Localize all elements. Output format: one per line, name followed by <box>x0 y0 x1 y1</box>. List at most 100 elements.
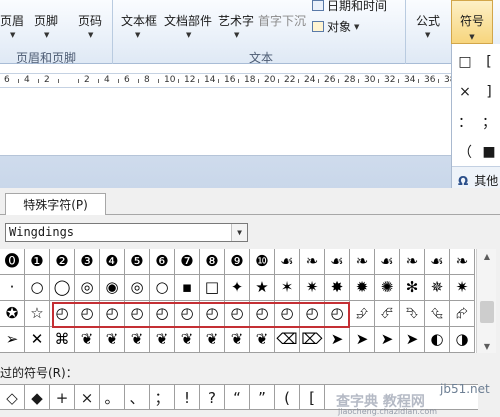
gallery-symbol[interactable]: ] <box>478 80 500 104</box>
symbol-cell[interactable]: ✸ <box>325 275 350 301</box>
symbol-cell[interactable]: ✪ <box>0 301 25 327</box>
symbol-cell[interactable]: ☙ <box>275 249 300 275</box>
symbol-cell[interactable]: ❦ <box>250 327 275 353</box>
symbol-cell[interactable]: ◑ <box>450 327 475 353</box>
textbox-dropdown-icon[interactable]: ▼ <box>135 31 140 39</box>
symbol-cell[interactable]: ✶ <box>275 275 300 301</box>
symbol-cell[interactable]: · <box>0 275 25 301</box>
symbol-cell[interactable]: ❻ <box>150 249 175 275</box>
symbol-cell[interactable]: ✦ <box>225 275 250 301</box>
wordart-dropdown-icon[interactable]: ▼ <box>234 31 239 39</box>
symbol-cell[interactable]: ✹ <box>350 275 375 301</box>
symbol-cell[interactable]: ◎ <box>125 275 150 301</box>
scroll-up-icon[interactable]: ▲ <box>477 249 497 263</box>
symbol-cell[interactable]: ✷ <box>450 275 475 301</box>
symbol-cell[interactable]: ☙ <box>425 249 450 275</box>
symbol-cell[interactable]: ⌘ <box>50 327 75 353</box>
recent-symbol-cell[interactable]: ” <box>250 385 275 410</box>
page-number-button[interactable]: 页码 <box>78 12 102 29</box>
scroll-thumb[interactable] <box>480 301 494 323</box>
recent-symbol-cell[interactable]: ? <box>200 385 225 410</box>
symbol-cell[interactable]: ❧ <box>300 249 325 275</box>
quick-parts-button[interactable]: 文档部件 <box>164 12 212 29</box>
symbol-cell[interactable]: ☙ <box>375 249 400 275</box>
page-number-dropdown-icon[interactable]: ▼ <box>88 31 93 39</box>
symbol-cell[interactable]: ◉ <box>100 275 125 301</box>
scroll-down-icon[interactable]: ▼ <box>477 339 497 353</box>
document-page[interactable] <box>0 88 452 156</box>
dropcap-button[interactable]: 首字下沉 <box>258 12 306 29</box>
recent-symbol-cell[interactable]: ◇ <box>0 385 25 410</box>
datetime-button[interactable]: 日期和时间 <box>312 0 387 14</box>
recent-symbol-cell[interactable]: + <box>50 385 75 410</box>
recent-symbol-cell[interactable]: ； <box>150 385 175 410</box>
symbol-cell[interactable]: ❺ <box>125 249 150 275</box>
symbol-grid-scrollbar[interactable]: ▲ ▼ <box>476 249 496 353</box>
gallery-symbol[interactable]: □ <box>454 50 476 74</box>
symbol-cell[interactable]: ◎ <box>75 275 100 301</box>
symbol-cell[interactable]: ⌦ <box>300 327 325 353</box>
wordart-button[interactable]: 艺术字 <box>218 12 254 29</box>
symbol-cell[interactable]: ❾ <box>225 249 250 275</box>
recent-symbol-cell[interactable]: 。 <box>100 385 125 410</box>
symbol-cell[interactable]: ➤ <box>350 327 375 353</box>
recent-symbol-cell[interactable]: “ <box>225 385 250 410</box>
header-button[interactable]: 页眉 <box>0 12 24 29</box>
gallery-symbol[interactable]: ： <box>454 110 476 134</box>
symbol-cell[interactable]: ❦ <box>200 327 225 353</box>
symbol-cell[interactable]: ❧ <box>450 249 475 275</box>
gallery-symbol[interactable]: ； <box>478 110 500 134</box>
recent-symbol-cell[interactable]: ! <box>175 385 200 410</box>
object-button[interactable]: 对象 ▼ <box>312 18 359 35</box>
recent-symbol-cell[interactable]: [ <box>300 385 325 410</box>
font-select[interactable]: Wingdings ▼ <box>5 223 248 242</box>
symbol-cell[interactable]: ★ <box>250 275 275 301</box>
symbol-cell[interactable]: ☙ <box>325 249 350 275</box>
symbol-cell[interactable]: ➤ <box>325 327 350 353</box>
gallery-symbol[interactable]: [ <box>478 50 500 74</box>
symbol-cell[interactable]: ❶ <box>25 249 50 275</box>
symbol-cell[interactable]: ❦ <box>125 327 150 353</box>
symbol-cell[interactable]: □ <box>200 275 225 301</box>
gallery-symbol[interactable]: （ <box>454 140 476 164</box>
symbol-cell[interactable]: ❧ <box>350 249 375 275</box>
equation-dropdown-icon[interactable]: ▼ <box>425 31 430 39</box>
recent-symbol-cell[interactable]: × <box>75 385 100 410</box>
recent-symbol-cell[interactable]: 、 <box>125 385 150 410</box>
symbol-cell[interactable]: ❦ <box>225 327 250 353</box>
symbol-cell[interactable]: ❽ <box>200 249 225 275</box>
quick-parts-dropdown-icon[interactable]: ▼ <box>186 31 191 39</box>
symbol-cell[interactable]: ❧ <box>400 249 425 275</box>
symbol-cell[interactable]: ⮷ <box>400 301 425 327</box>
symbol-cell[interactable]: ❿ <box>250 249 275 275</box>
symbol-cell[interactable]: ❹ <box>100 249 125 275</box>
header-dropdown-icon[interactable]: ▼ <box>10 31 15 39</box>
symbol-cell[interactable]: ⌫ <box>275 327 300 353</box>
symbol-cell[interactable]: ❷ <box>50 249 75 275</box>
recent-symbol-cell[interactable]: ◆ <box>25 385 50 410</box>
recent-symbol-cell[interactable]: ( <box>275 385 300 410</box>
symbol-cell[interactable]: ❦ <box>75 327 100 353</box>
footer-button[interactable]: 页脚 <box>34 12 58 29</box>
symbol-cell[interactable]: ⓿ <box>0 249 25 275</box>
gallery-symbol[interactable]: ■ <box>478 140 500 164</box>
symbol-cell[interactable]: ➢ <box>0 327 25 353</box>
symbol-button[interactable]: 符号 ▼ <box>451 0 493 44</box>
symbol-cell[interactable]: ✺ <box>375 275 400 301</box>
symbol-cell[interactable]: ⮳ <box>450 301 475 327</box>
equation-button[interactable]: 公式 <box>416 12 440 29</box>
symbol-cell[interactable]: ◐ <box>425 327 450 353</box>
symbol-cell[interactable]: ✕ <box>25 327 50 353</box>
symbol-cell[interactable]: ➤ <box>375 327 400 353</box>
tab-special-characters[interactable]: 特殊字符(P) <box>5 193 106 215</box>
symbol-cell[interactable]: ○ <box>150 275 175 301</box>
textbox-button[interactable]: 文本框 <box>121 12 157 29</box>
footer-dropdown-icon[interactable]: ▼ <box>44 31 49 39</box>
symbol-cell[interactable]: ⮴ <box>425 301 450 327</box>
symbol-cell[interactable]: ⮵ <box>350 301 375 327</box>
chevron-down-icon[interactable]: ▼ <box>231 224 247 241</box>
symbol-cell[interactable]: ◯ <box>50 275 75 301</box>
symbol-cell[interactable]: ❦ <box>150 327 175 353</box>
symbol-cell[interactable]: ❦ <box>175 327 200 353</box>
symbol-cell[interactable]: ✻ <box>400 275 425 301</box>
